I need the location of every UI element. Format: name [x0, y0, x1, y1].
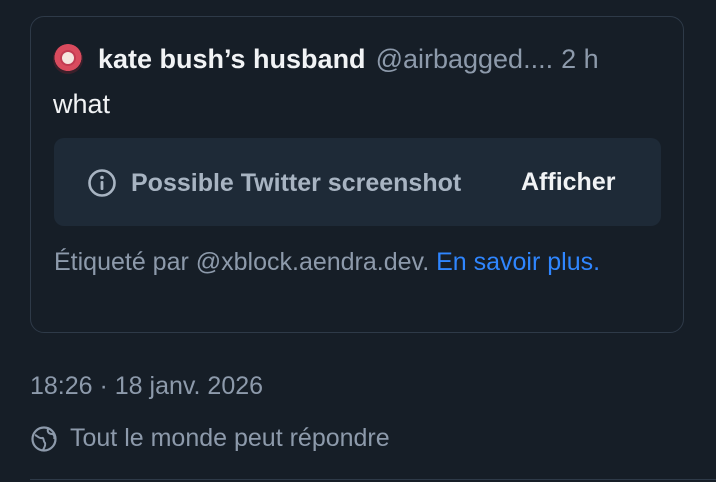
author-name[interactable]: kate bush’s husband: [98, 44, 366, 75]
show-content-button[interactable]: Afficher: [521, 168, 615, 197]
author-handle[interactable]: @airbagged....: [376, 44, 554, 75]
globe-icon: [30, 425, 58, 453]
quoted-post-author-row: kate bush’s husband @airbagged.... 2 h: [53, 44, 599, 74]
reply-setting-text: Tout le monde peut répondre: [70, 424, 390, 452]
learn-more-link[interactable]: En savoir plus.: [436, 248, 600, 276]
attribution-text: Étiqueté par @xblock.aendra.dev.: [54, 248, 437, 276]
quoted-post-text: what: [53, 89, 111, 119]
avatar[interactable]: [53, 44, 83, 74]
label-attribution: Étiqueté par @xblock.aendra.dev. En savo…: [54, 245, 654, 280]
info-icon: [87, 168, 117, 198]
post-timestamp: 18:26 · 18 janv. 2026: [30, 372, 264, 400]
quoted-post-card[interactable]: kate bush’s husband @airbagged.... 2 h w…: [30, 16, 684, 333]
divider: [30, 479, 716, 480]
content-label-box: Possible Twitter screenshot Afficher: [54, 138, 661, 226]
post-time: 2 h: [561, 43, 599, 74]
reply-settings[interactable]: Tout le monde peut répondre: [30, 424, 390, 453]
content-label: Possible Twitter screenshot: [87, 168, 461, 198]
content-label-text: Possible Twitter screenshot: [131, 168, 462, 197]
